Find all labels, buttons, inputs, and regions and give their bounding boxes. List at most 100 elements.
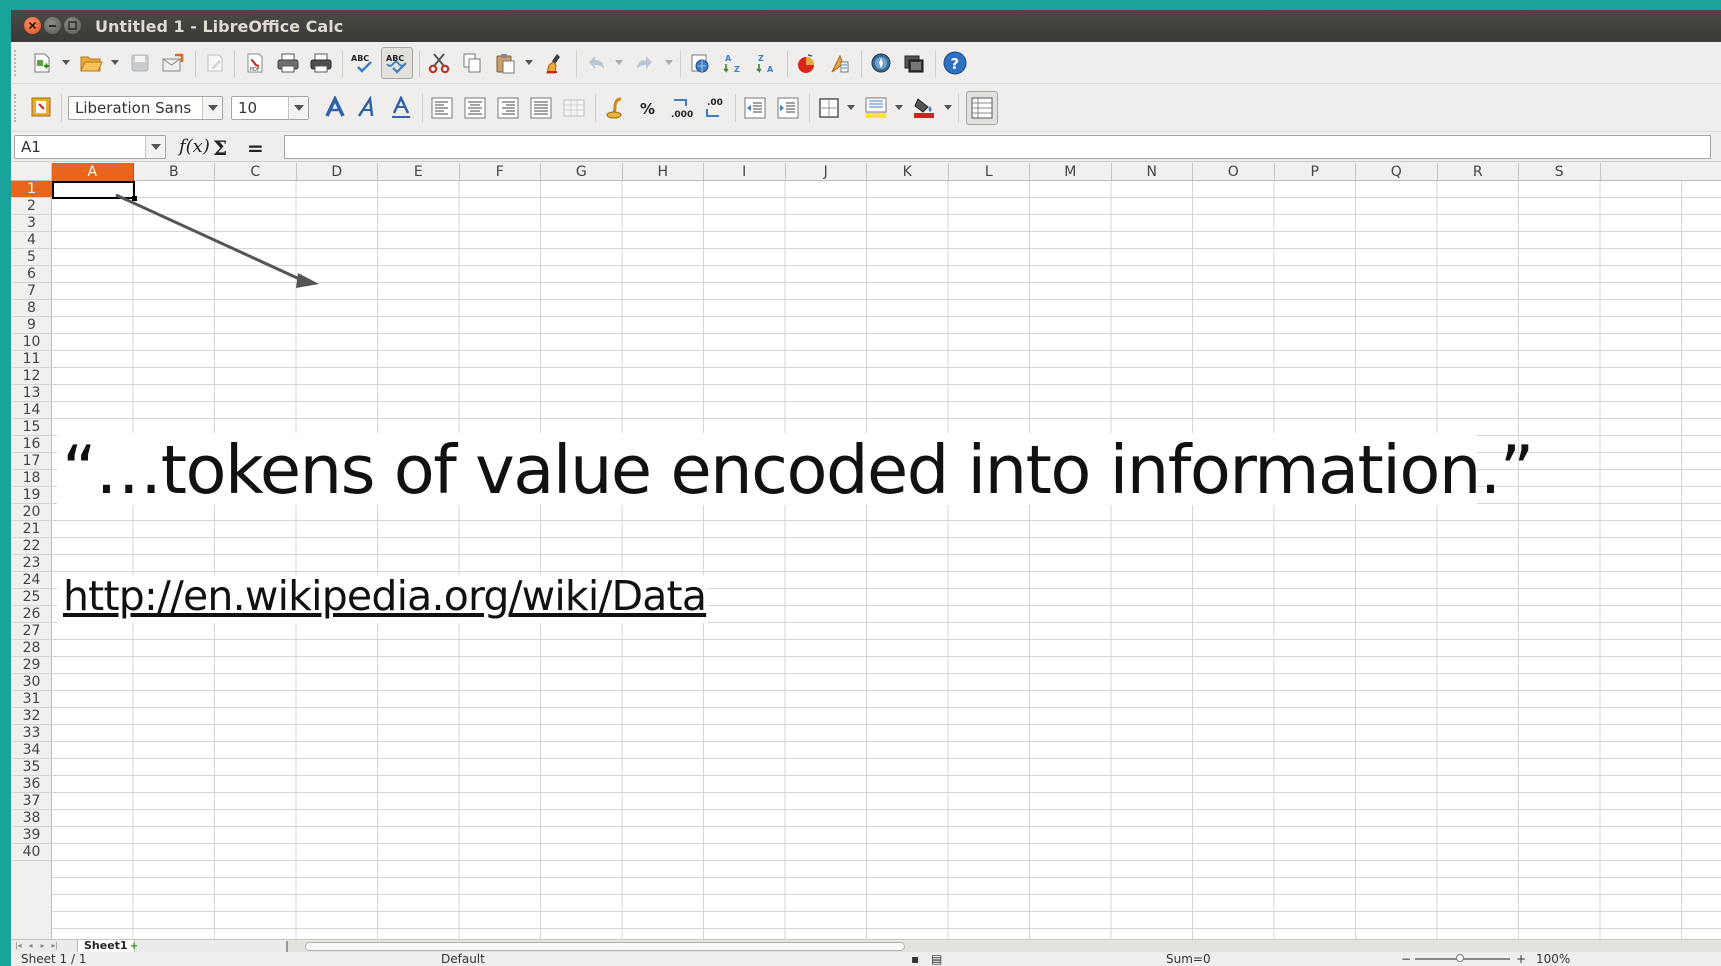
row-header[interactable]: 34 bbox=[11, 742, 52, 759]
gallery-button[interactable] bbox=[900, 49, 928, 77]
underline-button[interactable] bbox=[387, 94, 415, 122]
save-button[interactable] bbox=[126, 49, 154, 77]
column-header[interactable]: L bbox=[949, 163, 1030, 181]
row-header[interactable]: 16 bbox=[11, 436, 52, 453]
sheet-grid[interactable]: ABCDEFGHIJKLMNOPQRS 1 2 3 4 5 6 7 8 9 10 11 12 13 14 1… bbox=[11, 163, 1721, 939]
insert-chart-button[interactable] bbox=[793, 49, 821, 77]
row-header[interactable]: 38 bbox=[11, 810, 52, 827]
background-color-dropdown-arrow[interactable] bbox=[895, 105, 903, 111]
percent-format-button[interactable]: % bbox=[634, 94, 662, 122]
row-header[interactable]: 33 bbox=[11, 725, 52, 742]
zoom-level[interactable]: 100% bbox=[1536, 952, 1576, 966]
navigator-button[interactable] bbox=[867, 49, 895, 77]
increase-indent-button[interactable] bbox=[774, 94, 802, 122]
new-button[interactable] bbox=[28, 49, 56, 77]
merge-cells-button[interactable] bbox=[560, 94, 588, 122]
row-header[interactable]: 9 bbox=[11, 317, 52, 334]
column-header[interactable]: G bbox=[541, 163, 623, 181]
undo-button[interactable] bbox=[582, 49, 610, 77]
print-directly-button[interactable] bbox=[307, 49, 335, 77]
row-header[interactable]: 28 bbox=[11, 640, 52, 657]
draw-functions-button[interactable] bbox=[826, 49, 854, 77]
chevron-down-icon[interactable] bbox=[202, 97, 222, 119]
toolbar-handle[interactable] bbox=[14, 50, 18, 76]
row-header[interactable]: 22 bbox=[11, 538, 52, 555]
borders-dropdown-arrow[interactable] bbox=[847, 105, 855, 111]
column-header[interactable]: F bbox=[460, 163, 541, 181]
close-window-button[interactable] bbox=[24, 17, 41, 34]
align-center-button[interactable] bbox=[461, 94, 489, 122]
row-header[interactable]: 10 bbox=[11, 334, 52, 351]
font-name-combo[interactable]: Liberation Sans bbox=[68, 96, 223, 120]
row-header[interactable]: 37 bbox=[11, 793, 52, 810]
sum-button[interactable]: Σ bbox=[213, 136, 227, 160]
row-header[interactable]: 31 bbox=[11, 691, 52, 708]
decrease-indent-button[interactable] bbox=[741, 94, 769, 122]
autospellcheck-button[interactable]: ABC bbox=[381, 47, 413, 79]
zoom-slider-handle[interactable] bbox=[1456, 954, 1464, 962]
paste-button[interactable] bbox=[491, 49, 519, 77]
sort-descending-button[interactable]: ZA bbox=[752, 49, 780, 77]
scrollbar-thumb[interactable] bbox=[305, 942, 905, 951]
font-color-button[interactable] bbox=[910, 94, 938, 122]
previous-sheet-button[interactable]: ◂ bbox=[26, 941, 35, 951]
column-header[interactable]: H bbox=[623, 163, 704, 181]
row-header[interactable]: 29 bbox=[11, 657, 52, 674]
row-header[interactable]: 15 bbox=[11, 419, 52, 436]
row-header[interactable]: 26 bbox=[11, 606, 52, 623]
row-header[interactable]: 13 bbox=[11, 385, 52, 402]
selection-mode-icon[interactable]: ▪ bbox=[911, 952, 919, 966]
horizontal-scrollbar[interactable] bbox=[286, 941, 1721, 952]
row-header[interactable]: 24 bbox=[11, 572, 52, 589]
add-decimal-button[interactable]: .000 bbox=[667, 94, 695, 122]
undo-dropdown-arrow[interactable] bbox=[615, 60, 623, 66]
paste-dropdown-arrow[interactable] bbox=[525, 60, 533, 66]
export-pdf-button[interactable]: PDF bbox=[241, 49, 269, 77]
column-header[interactable]: P bbox=[1275, 163, 1356, 181]
spelling-button[interactable]: ABC bbox=[348, 49, 376, 77]
row-header[interactable]: 30 bbox=[11, 674, 52, 691]
align-left-button[interactable] bbox=[428, 94, 456, 122]
column-header[interactable]: K bbox=[867, 163, 949, 181]
zoom-in-button[interactable]: + bbox=[1516, 952, 1526, 966]
column-header[interactable]: I bbox=[704, 163, 786, 181]
chevron-down-icon[interactable] bbox=[145, 136, 165, 158]
font-color-dropdown-arrow[interactable] bbox=[944, 105, 952, 111]
formula-input[interactable] bbox=[284, 135, 1711, 159]
function-button[interactable]: = bbox=[247, 136, 264, 160]
hyperlink-button[interactable] bbox=[686, 49, 714, 77]
redo-dropdown-arrow[interactable] bbox=[665, 60, 673, 66]
row-header[interactable]: 40 bbox=[11, 844, 52, 861]
column-header[interactable]: R bbox=[1438, 163, 1519, 181]
row-header[interactable]: 25 bbox=[11, 589, 52, 606]
name-box[interactable]: A1 bbox=[14, 135, 166, 159]
open-dropdown-arrow[interactable] bbox=[111, 60, 119, 66]
column-header[interactable]: N bbox=[1112, 163, 1193, 181]
row-header[interactable]: 23 bbox=[11, 555, 52, 572]
styles-button[interactable] bbox=[28, 93, 56, 121]
row-header[interactable]: 14 bbox=[11, 402, 52, 419]
email-button[interactable] bbox=[159, 49, 187, 77]
row-header[interactable]: 32 bbox=[11, 708, 52, 725]
help-button[interactable]: ? bbox=[941, 49, 969, 77]
toggle-grid-button[interactable] bbox=[966, 91, 998, 125]
justify-button[interactable] bbox=[527, 94, 555, 122]
cut-button[interactable] bbox=[425, 49, 453, 77]
copy-button[interactable] bbox=[458, 49, 486, 77]
row-header[interactable]: 39 bbox=[11, 827, 52, 844]
function-wizard-button[interactable]: f(x) bbox=[179, 136, 210, 157]
row-header[interactable]: 35 bbox=[11, 759, 52, 776]
toolbar-handle[interactable] bbox=[14, 94, 18, 122]
first-sheet-button[interactable]: |◂ bbox=[14, 941, 23, 951]
edit-file-button[interactable] bbox=[201, 49, 229, 77]
currency-format-button[interactable] bbox=[601, 94, 629, 122]
row-header[interactable]: 27 bbox=[11, 623, 52, 640]
redo-button[interactable] bbox=[631, 49, 659, 77]
zoom-out-button[interactable]: − bbox=[1401, 952, 1411, 966]
maximize-window-button[interactable] bbox=[64, 17, 81, 34]
row-header[interactable]: 17 bbox=[11, 453, 52, 470]
next-sheet-button[interactable]: ▸ bbox=[38, 941, 47, 951]
row-header[interactable]: 12 bbox=[11, 368, 52, 385]
new-dropdown-arrow[interactable] bbox=[62, 60, 70, 66]
italic-button[interactable] bbox=[354, 94, 382, 122]
